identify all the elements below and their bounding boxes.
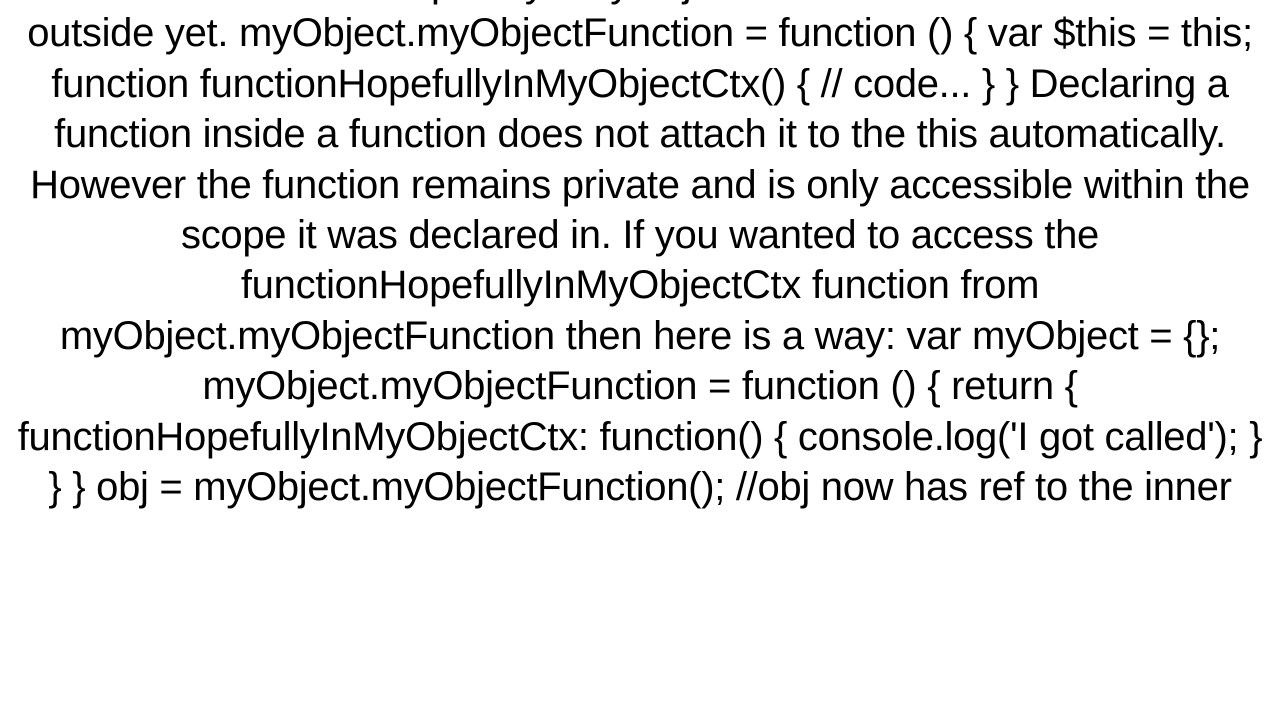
document-body: The function functionHopefullyInMyObject… <box>0 0 1280 512</box>
